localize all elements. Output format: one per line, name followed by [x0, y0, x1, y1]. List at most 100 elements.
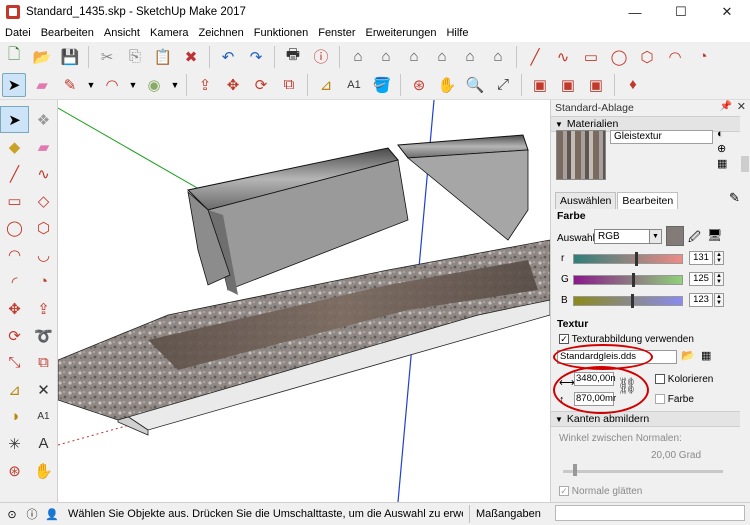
save-icon[interactable]: 💾: [58, 45, 82, 69]
select-arrow-icon[interactable]: ➤: [2, 72, 26, 97]
3d-text-icon[interactable]: A: [29, 430, 58, 457]
tray-scrollbar[interactable]: [740, 116, 750, 502]
line-icon[interactable]: ╱: [0, 160, 29, 187]
push-pull-icon[interactable]: ⇪: [193, 73, 217, 97]
pan-icon[interactable]: ✋: [435, 73, 459, 97]
close-button[interactable]: ✕: [704, 0, 750, 24]
material-swatch[interactable]: [556, 130, 606, 180]
angle-slider[interactable]: [563, 470, 723, 473]
rotate-icon[interactable]: ⟳: [249, 73, 273, 97]
make-component-icon[interactable]: ❖: [29, 106, 58, 133]
follow-me-icon[interactable]: ➰: [29, 322, 58, 349]
dimension-icon[interactable]: ✕: [29, 376, 58, 403]
undo-icon[interactable]: ↶: [216, 45, 240, 69]
b-value-field[interactable]: 123: [689, 293, 713, 307]
chevron-down-icon[interactable]: ▼: [86, 73, 96, 97]
tape-measure-icon[interactable]: ⊿: [314, 73, 338, 97]
freehand-icon[interactable]: ∿: [551, 45, 575, 69]
maximize-button[interactable]: ☐: [658, 0, 704, 24]
front-view-icon[interactable]: ⌂: [402, 45, 426, 69]
move-icon[interactable]: ✥: [221, 73, 245, 97]
model-viewport[interactable]: [58, 100, 550, 502]
push-pull-icon[interactable]: ⇪: [29, 295, 58, 322]
sample-paint-icon[interactable]: ✎: [729, 190, 740, 206]
eraser-icon[interactable]: ▰: [29, 133, 58, 160]
eyedropper-icon[interactable]: 🖉: [688, 228, 701, 249]
browse-folder-icon[interactable]: 📂: [681, 349, 695, 362]
angle-slider-thumb[interactable]: [573, 464, 577, 476]
menu-hilfe[interactable]: Hilfe: [441, 27, 473, 39]
tab-bearbeiten[interactable]: Bearbeiten: [617, 192, 679, 209]
arc-2pt-icon[interactable]: ◡: [29, 241, 58, 268]
axes-icon[interactable]: ✳: [0, 430, 29, 457]
tab-auswaehlen[interactable]: Auswählen: [555, 192, 617, 209]
ruby-icon[interactable]: ♦: [621, 73, 645, 97]
chevron-down-icon[interactable]: ▼: [170, 73, 180, 97]
r-slider[interactable]: [573, 252, 683, 266]
menu-ansicht[interactable]: Ansicht: [99, 27, 145, 39]
model-info-icon[interactable]: ⓘ: [309, 45, 333, 69]
right-view-icon[interactable]: ⌂: [430, 45, 454, 69]
rotated-rectangle-icon[interactable]: ◇: [29, 187, 58, 214]
reset-color-button[interactable]: [655, 394, 665, 405]
shape-tool-icon[interactable]: ◉: [142, 73, 166, 97]
menu-funktionen[interactable]: Funktionen: [249, 27, 313, 39]
arc-3pt-icon[interactable]: ◜: [0, 268, 29, 295]
polygon-icon[interactable]: ⬡: [635, 45, 659, 69]
send-icon[interactable]: ▣: [584, 73, 608, 97]
line-icon[interactable]: ╱: [523, 45, 547, 69]
open-file-icon[interactable]: 📂: [30, 45, 54, 69]
user-icon[interactable]: 👤: [44, 506, 60, 522]
eraser-icon[interactable]: ▰: [30, 73, 54, 97]
pencil-icon[interactable]: ✎: [58, 73, 82, 97]
rectangle-icon[interactable]: ▭: [579, 45, 603, 69]
smooth-normals-checkbox[interactable]: ✓: [559, 486, 569, 497]
text-icon[interactable]: A1: [342, 73, 366, 97]
erase-icon[interactable]: ✖: [179, 45, 203, 69]
menu-bearbeiten[interactable]: Bearbeiten: [36, 27, 99, 39]
tape-measure-icon[interactable]: ⊿: [0, 376, 29, 403]
menu-zeichnen[interactable]: Zeichnen: [194, 27, 249, 39]
geo-location-icon[interactable]: ⊙: [4, 506, 20, 522]
chevron-down-icon[interactable]: ▼: [128, 73, 138, 97]
b-spinner[interactable]: ▲ ▼: [714, 293, 724, 307]
r-value-field[interactable]: 131: [689, 251, 713, 265]
pie-icon[interactable]: ◔: [29, 268, 58, 295]
soften-edges-header[interactable]: ▼ Kanten abmildern: [551, 411, 750, 427]
warehouse-icon[interactable]: ▣: [528, 73, 552, 97]
back-view-icon[interactable]: ⌂: [458, 45, 482, 69]
scroll-thumb[interactable]: [741, 156, 749, 172]
new-file-icon[interactable]: 🗋: [2, 45, 26, 69]
paste-icon[interactable]: 📋: [151, 45, 175, 69]
rotate-icon[interactable]: ⟳: [0, 322, 29, 349]
g-spinner[interactable]: ▲ ▼: [714, 272, 724, 286]
extension-icon[interactable]: ▣: [556, 73, 580, 97]
copy-icon[interactable]: ⎘: [123, 45, 147, 69]
top-view-icon[interactable]: ⌂: [374, 45, 398, 69]
menu-kamera[interactable]: Kamera: [145, 27, 194, 39]
offset-icon[interactable]: ⧉: [277, 73, 301, 97]
paint-bucket-icon[interactable]: 🪣: [370, 73, 394, 97]
use-texture-checkbox[interactable]: ✓: [559, 334, 569, 345]
select-arrow-icon[interactable]: ➤: [0, 106, 29, 133]
minimize-button[interactable]: —: [612, 0, 658, 24]
credits-icon[interactable]: ⓘ: [24, 506, 40, 522]
menu-fenster[interactable]: Fenster: [313, 27, 360, 39]
paint-bucket-icon[interactable]: ◆: [0, 133, 29, 160]
circle-icon[interactable]: ◯: [607, 45, 631, 69]
freehand-icon[interactable]: ∿: [29, 160, 58, 187]
zoom-extents-icon[interactable]: ⤢: [491, 73, 515, 97]
measurements-input[interactable]: [555, 505, 745, 521]
material-name-field[interactable]: Gleistextur: [610, 130, 713, 144]
circle-icon[interactable]: ◯: [0, 214, 29, 241]
b-slider[interactable]: [573, 294, 683, 308]
pin-icon[interactable]: 📌: [720, 101, 732, 112]
pie-icon[interactable]: ◔: [691, 45, 715, 69]
orbit-icon[interactable]: ⊛: [407, 73, 431, 97]
left-view-icon[interactable]: ⌂: [486, 45, 510, 69]
pan-icon[interactable]: ✋: [29, 457, 58, 484]
protractor-icon[interactable]: ◑: [0, 403, 29, 430]
print-icon[interactable]: 🖶: [281, 45, 305, 69]
move-icon[interactable]: ✥: [0, 295, 29, 322]
color-model-select[interactable]: RGB ▼: [594, 229, 662, 244]
